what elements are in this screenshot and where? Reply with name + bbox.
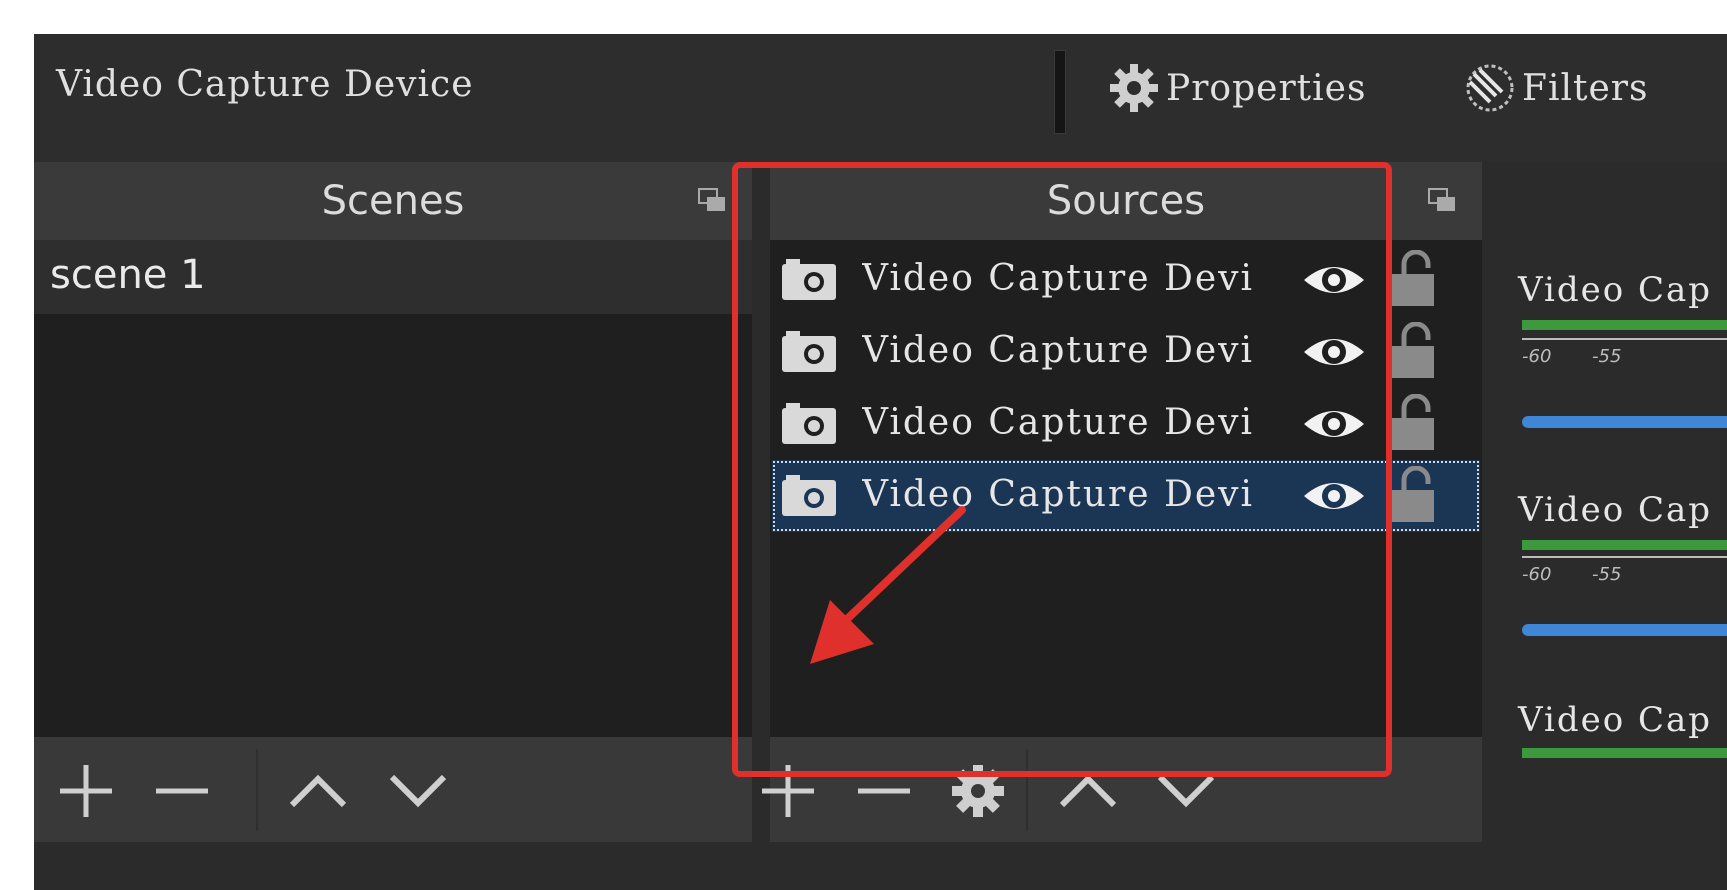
chevron-up-icon[interactable] [286, 759, 350, 823]
tick-label: -55 [1592, 564, 1622, 585]
properties-button[interactable]: Properties [1106, 60, 1366, 116]
sources-toolbar [762, 737, 1482, 842]
tick-label: -60 [1522, 564, 1552, 585]
camera-icon [782, 331, 836, 372]
mixer-channel-label: Video Cap [1518, 270, 1713, 310]
scene-item[interactable]: scene 1 [34, 240, 752, 314]
source-item[interactable]: Video Capture Devi [772, 316, 1480, 388]
eye-icon[interactable] [1302, 258, 1366, 302]
minus-icon[interactable] [150, 759, 214, 823]
filter-icon [1466, 64, 1514, 112]
meter-scale: -60 -55 [1522, 556, 1727, 585]
scenes-header: Scenes [34, 162, 752, 240]
sources-header: Sources [770, 162, 1482, 240]
eye-icon[interactable] [1302, 402, 1366, 446]
unlocked-icon[interactable] [1388, 394, 1438, 452]
undock-icon[interactable] [1428, 188, 1456, 212]
minus-icon[interactable] [852, 759, 916, 823]
unlocked-icon[interactable] [1388, 466, 1438, 524]
source-toolbar: Video Capture Device Properties Filters [34, 34, 1727, 162]
unlocked-icon[interactable] [1388, 322, 1438, 380]
toolbar-separator [256, 749, 258, 831]
volume-meter [1522, 540, 1727, 550]
chevron-up-icon[interactable] [1056, 759, 1120, 823]
filters-button[interactable]: Filters [1462, 60, 1648, 116]
source-item-label: Video Capture Devi [862, 330, 1255, 371]
filters-label: Filters [1522, 67, 1649, 109]
sources-title: Sources [1046, 178, 1206, 224]
camera-icon [782, 403, 836, 444]
undock-icon[interactable] [698, 188, 726, 212]
mixer-channel-label: Video Cap [1518, 700, 1713, 740]
chevron-down-icon[interactable] [386, 759, 450, 823]
mixer-channel-label: Video Cap [1518, 490, 1713, 530]
unlocked-icon[interactable] [1388, 250, 1438, 308]
selected-source-name: Video Capture Device [56, 64, 474, 105]
tick-label: -55 [1592, 346, 1622, 367]
volume-meter [1522, 320, 1727, 330]
obs-window: Video Capture Device Properties Filters … [34, 34, 1727, 890]
meter-scale: -60 -55 [1522, 338, 1727, 367]
plus-icon[interactable] [54, 759, 118, 823]
source-item[interactable]: Video Capture Devi [772, 244, 1480, 316]
scenes-title: Scenes [321, 178, 465, 224]
source-item-label: Video Capture Devi [862, 474, 1255, 515]
camera-icon [782, 475, 836, 516]
toolbar-separator [1054, 50, 1066, 134]
source-item-label: Video Capture Devi [862, 402, 1255, 443]
properties-label: Properties [1166, 67, 1367, 109]
tick-label: -60 [1522, 346, 1552, 367]
plus-icon[interactable] [756, 759, 820, 823]
eye-icon[interactable] [1302, 474, 1366, 518]
source-item[interactable]: Video Capture Devi [772, 388, 1480, 460]
gear-icon[interactable] [946, 759, 1010, 823]
source-item-label: Video Capture Devi [862, 258, 1255, 299]
source-item-selected[interactable]: Video Capture Devi [772, 460, 1480, 532]
scenes-toolbar [34, 737, 752, 842]
chevron-down-icon[interactable] [1154, 759, 1218, 823]
camera-icon [782, 259, 836, 300]
volume-slider[interactable] [1522, 416, 1727, 428]
eye-icon[interactable] [1302, 330, 1366, 374]
gear-icon [1110, 64, 1158, 112]
volume-slider[interactable] [1522, 624, 1727, 636]
scenes-panel: Scenes scene 1 [34, 162, 752, 842]
scene-item-label: scene 1 [50, 252, 206, 298]
sources-panel: Sources Video Capture Devi Video Capture… [762, 162, 1482, 842]
toolbar-separator [1026, 749, 1028, 831]
volume-meter [1522, 748, 1727, 758]
audio-mixer-panel: Video Cap -60 -55 Video Cap -60 -55 Vide… [1500, 162, 1727, 842]
